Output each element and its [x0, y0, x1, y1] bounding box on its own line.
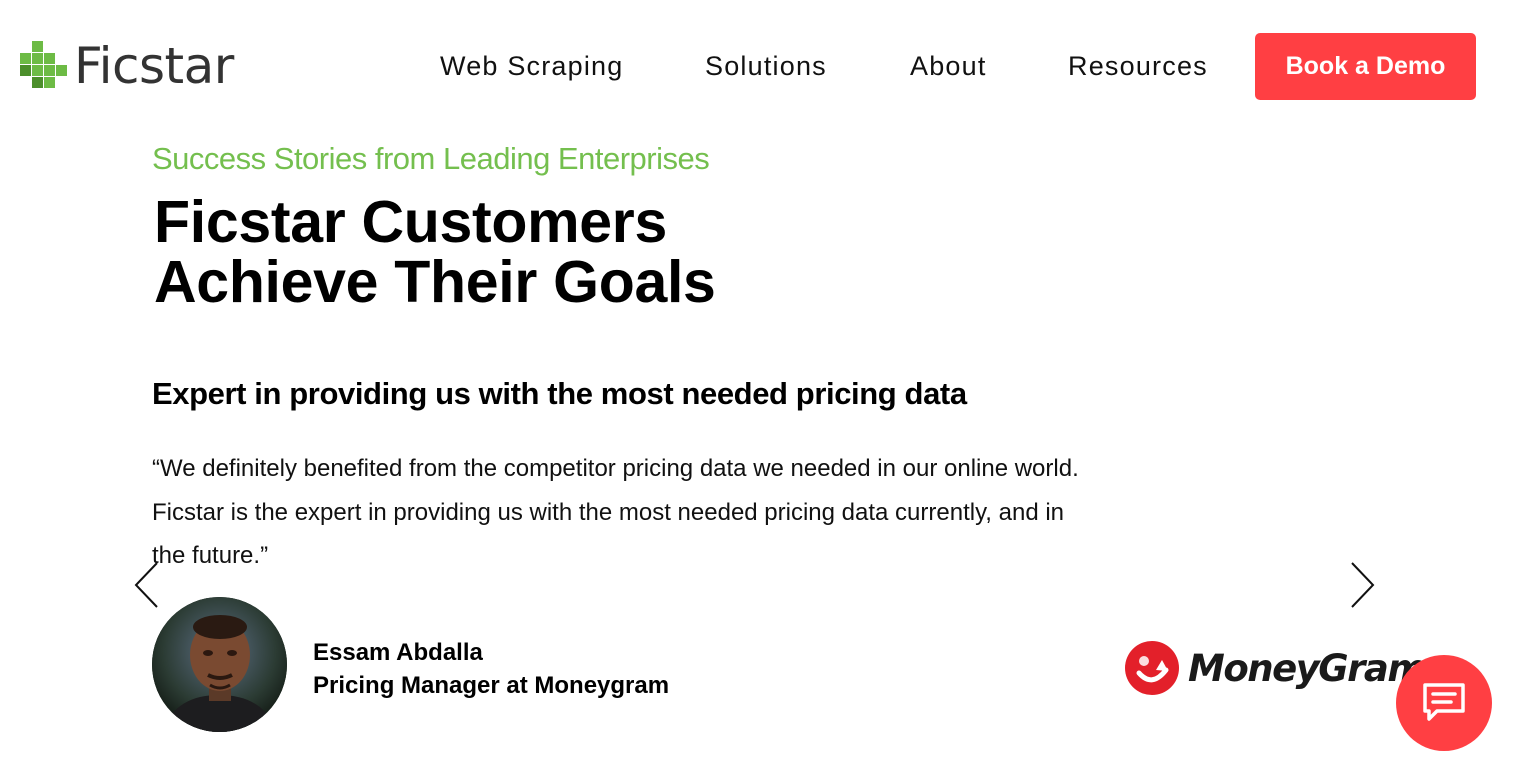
person-name: Essam Abdalla	[313, 639, 483, 666]
logo-text: Ficstar	[74, 37, 234, 95]
chat-button[interactable]	[1396, 655, 1492, 751]
avatar	[152, 597, 287, 732]
book-demo-button[interactable]: Book a Demo	[1255, 33, 1476, 100]
carousel-next-button[interactable]	[1348, 561, 1376, 614]
nav-resources[interactable]: Resources	[1068, 48, 1208, 84]
moneygram-logo: MoneyGram.	[1122, 638, 1439, 698]
person-photo	[152, 597, 287, 732]
chevron-left-icon	[134, 562, 158, 608]
chevron-right-icon	[1351, 562, 1375, 608]
ficstar-logo-mark-icon	[20, 41, 67, 88]
chat-icon	[1423, 683, 1465, 721]
nav-web-scraping[interactable]: Web Scraping	[440, 48, 624, 84]
section-eyebrow: Success Stories from Leading Enterprises	[152, 141, 710, 176]
nav-solutions[interactable]: Solutions	[705, 48, 827, 84]
carousel-prev-button[interactable]	[133, 561, 161, 614]
person-role: Pricing Manager at Moneygram	[313, 672, 670, 699]
page-title-line-2: Achieve Their Goals	[154, 249, 716, 315]
page-title-line-1: Ficstar Customers	[154, 189, 667, 255]
testimonial-quote: “We definitely benefited from the compet…	[152, 455, 1079, 569]
page-title: Ficstar Customers Achieve Their Goals	[154, 192, 854, 312]
testimonial-title: Expert in providing us with the most nee…	[152, 376, 967, 411]
site-header: Ficstar Web Scraping Solutions About Res…	[0, 0, 1513, 120]
moneygram-logo-mark-icon	[1125, 641, 1179, 695]
ficstar-logo[interactable]: Ficstar	[20, 36, 234, 96]
nav-about[interactable]: About	[910, 48, 987, 84]
